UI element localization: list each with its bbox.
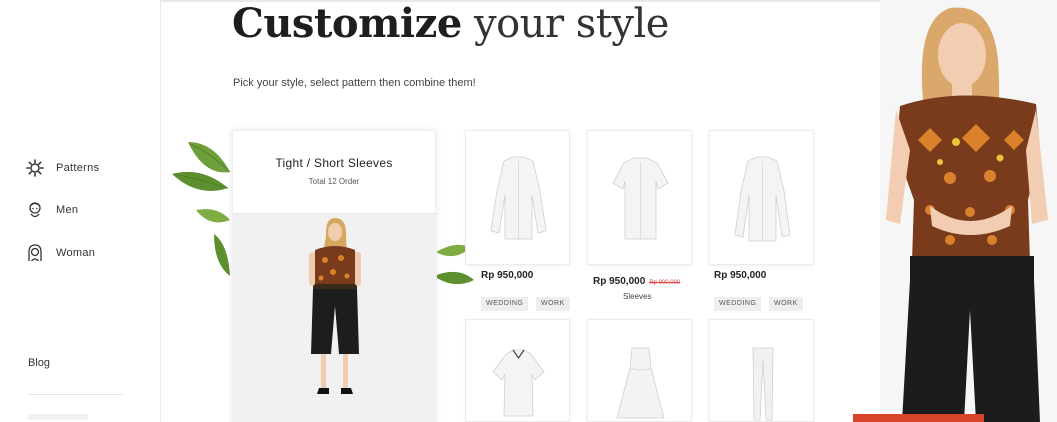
product-price: Rp 950,000 <box>714 270 767 281</box>
featured-subtitle: Total 12 Order <box>308 177 360 186</box>
model-figure <box>309 218 361 394</box>
man-icon <box>29 202 41 218</box>
long-sleeve-shirt-icon <box>490 156 547 240</box>
blouse-icon <box>492 349 545 417</box>
product-tile[interactable] <box>465 130 570 265</box>
sidebar-item-patterns[interactable]: Patterns <box>25 158 99 178</box>
gear-icon <box>26 159 44 177</box>
sidebar-item-label: Woman <box>56 247 96 259</box>
product-tile[interactable] <box>587 319 692 422</box>
featured-model-image <box>233 213 437 422</box>
product-tile[interactable] <box>465 319 570 422</box>
product-tile[interactable] <box>709 130 814 265</box>
sidebar-item-woman[interactable]: Woman <box>25 243 95 263</box>
cta-button[interactable] <box>853 414 984 422</box>
hero-model-image <box>880 0 1057 422</box>
title-bold: Customize <box>232 0 462 47</box>
title-rest: your style <box>474 1 669 47</box>
short-sleeve-shirt-icon <box>612 157 669 240</box>
divider <box>28 394 123 395</box>
product-tile[interactable] <box>709 319 814 422</box>
price-current: Rp 950,000 <box>593 276 646 287</box>
dress-icon <box>616 347 665 419</box>
page-title: Customize your style <box>232 0 669 47</box>
woman-icon <box>28 244 42 262</box>
tag-wedding[interactable]: WEDDING <box>481 297 529 311</box>
product-price: Rp 950,000 <box>481 270 534 281</box>
product-tile[interactable] <box>587 130 692 265</box>
sidebar-item-label: Patterns <box>56 162 100 174</box>
sidebar-item-blog[interactable]: Blog <box>28 357 50 369</box>
tag-wedding[interactable]: WEDDING <box>714 297 762 311</box>
trousers-icon <box>752 347 774 421</box>
tag-work[interactable]: WORK <box>536 297 570 311</box>
model-figure <box>886 7 1048 422</box>
sidebar: Patterns Men Woman Blog <box>0 0 161 422</box>
product-price: Rp 950,000 Rp 900,000 <box>593 276 680 287</box>
long-sleeve-shirt-icon <box>734 156 791 242</box>
sidebar-item-men[interactable]: Men <box>25 200 78 220</box>
tag-work[interactable]: WORK <box>769 297 803 311</box>
page-subtitle: Pick your style, select pattern then com… <box>233 77 476 89</box>
faded-item <box>28 414 88 420</box>
featured-title: Tight / Short Sleeves <box>275 156 393 170</box>
featured-card[interactable]: Tight / Short Sleeves Total 12 Order <box>232 130 437 422</box>
product-caption: Sleeves <box>623 292 652 301</box>
price-old: Rp 900,000 <box>649 280 681 286</box>
sidebar-item-label: Men <box>56 204 79 216</box>
